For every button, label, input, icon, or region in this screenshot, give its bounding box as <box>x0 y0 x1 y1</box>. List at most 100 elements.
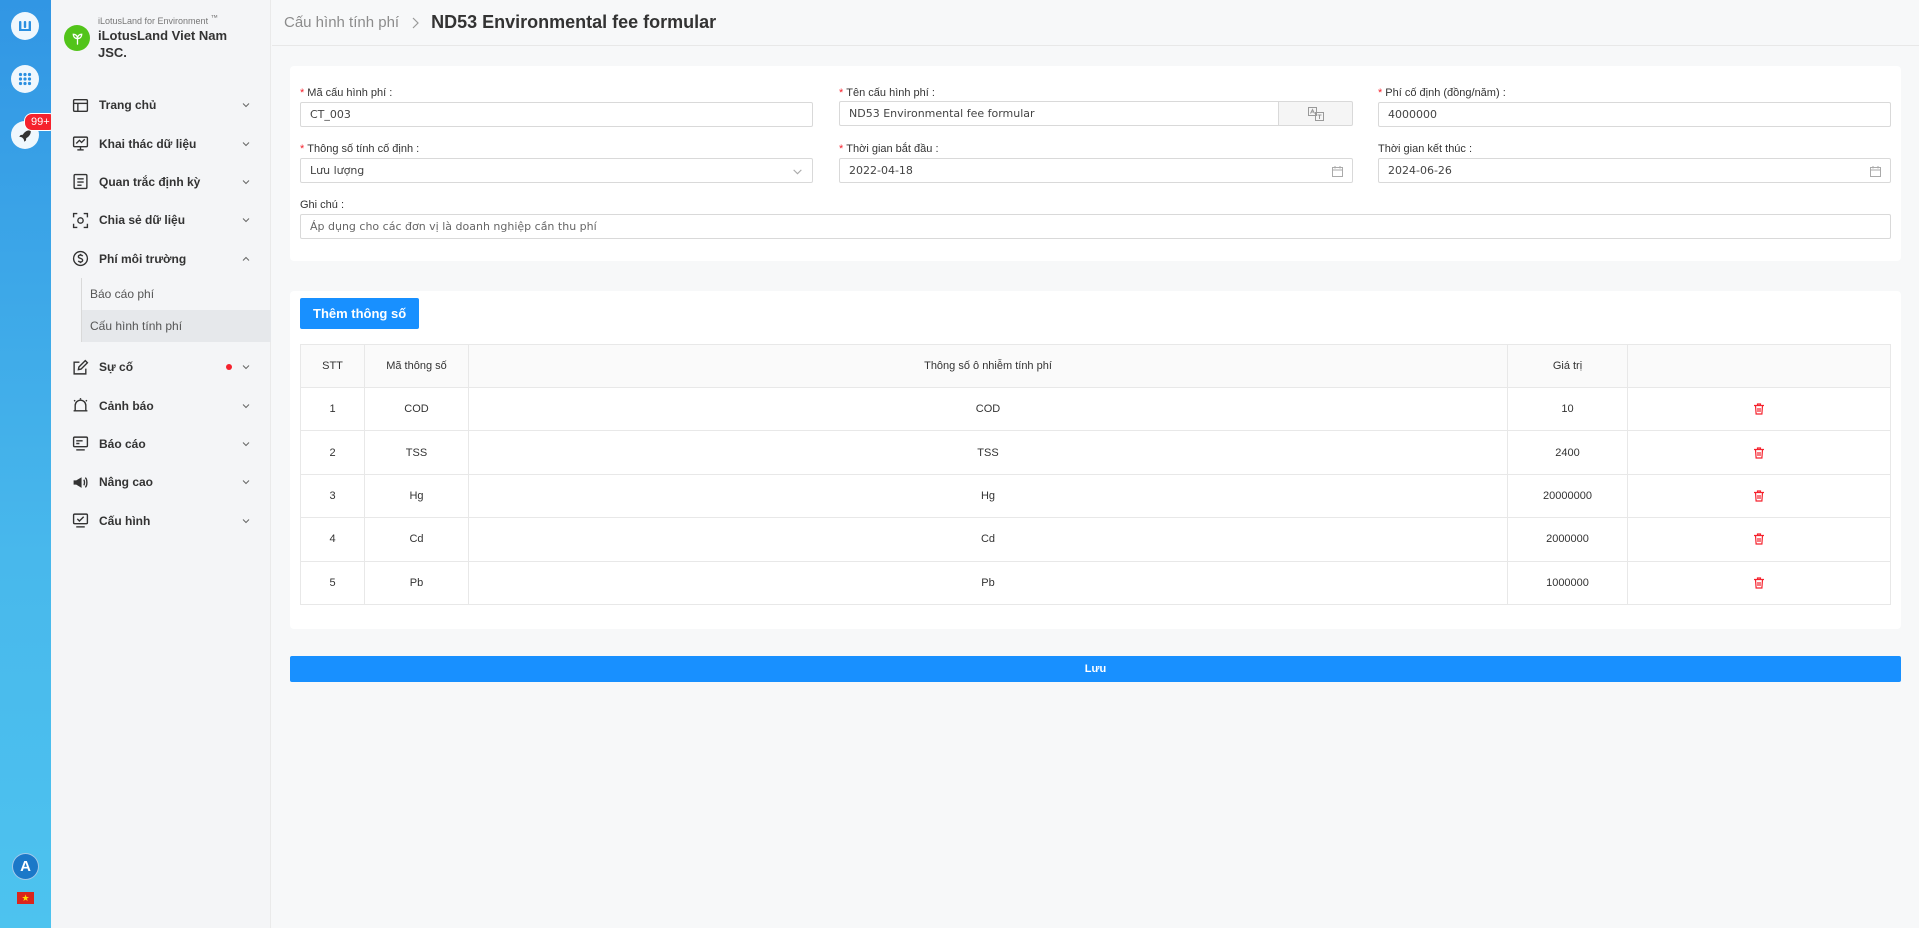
page-title: ND53 Environmental fee formular <box>431 12 717 32</box>
chevron-down-icon <box>242 218 250 223</box>
chevron-down-icon <box>242 480 250 485</box>
note-field: Ghi chú : <box>300 197 344 213</box>
cell-code: COD <box>364 386 469 432</box>
name-label: * Tên cấu hình phí : <box>839 87 935 99</box>
col-header-param: Thông số ô nhiễm tính phí <box>468 344 1508 388</box>
start-date-value: 2022-04-18 <box>849 164 913 177</box>
share-data-icon <box>71 211 89 229</box>
apps-grid-icon[interactable] <box>11 65 39 93</box>
sidebar-item-data-sharing[interactable]: Chia sẻ dữ liệu <box>51 201 271 239</box>
start-date-input[interactable]: 2022-04-18 <box>839 158 1353 183</box>
fixed-param-field: * Thông số tính cố định : <box>300 141 419 157</box>
chevron-down-icon <box>242 180 250 185</box>
sidebar-item-label: Trang chủ <box>99 98 157 113</box>
table-row: 3 Hg Hg 20000000 <box>300 473 1891 519</box>
code-field: * Mã cấu hình phí : <box>300 85 392 101</box>
table-row: 4 Cd Cd 2000000 <box>300 517 1891 562</box>
sidebar-item-fee-config[interactable]: Cấu hình tính phí <box>82 309 271 342</box>
home-icon <box>71 96 89 114</box>
cell-code: Cd <box>364 517 469 562</box>
megaphone-icon <box>71 473 89 491</box>
save-button[interactable]: Lưu <box>290 656 1901 682</box>
avatar[interactable]: A <box>12 853 39 880</box>
table-row: 1 COD COD 10 <box>300 386 1891 432</box>
chevron-down-icon <box>242 103 250 108</box>
cell-code: TSS <box>364 430 469 475</box>
breadcrumb[interactable]: Cấu hình tính phí <box>284 14 399 31</box>
cell-stt: 4 <box>300 517 365 562</box>
delete-icon[interactable] <box>1753 490 1765 502</box>
sidebar-item-reports[interactable]: Báo cáo <box>51 425 271 463</box>
sidebar-item-label: Phí môi trường <box>99 251 187 266</box>
chevron-down-icon <box>242 518 250 523</box>
cell-stt: 5 <box>300 560 365 605</box>
col-header-stt: STT <box>300 344 365 388</box>
brand-subtitle: iLotusLand for Environment ™ <box>98 13 219 26</box>
sidebar-item-label: Chia sẻ dữ liệu <box>99 213 186 228</box>
sidebar-item-label: Sự cố <box>99 360 134 375</box>
cell-value: 10 <box>1507 386 1628 432</box>
cell-param: TSS <box>468 430 1508 475</box>
sidebar-item-environmental-fee[interactable]: Phí môi trường <box>51 240 271 278</box>
cell-param: COD <box>468 386 1508 432</box>
fixed-fee-input[interactable]: 4000000 <box>1378 102 1891 127</box>
chevron-up-icon <box>242 256 250 261</box>
chevron-down-icon <box>242 442 250 447</box>
code-input[interactable]: CT_003 <box>300 102 813 127</box>
report-monitor-icon <box>71 435 89 453</box>
sidebar-item-fee-report[interactable]: Báo cáo phí <box>82 278 271 310</box>
sidebar-item-label: Quan trắc định kỳ <box>99 174 201 189</box>
delete-icon[interactable] <box>1753 447 1765 459</box>
report-list-icon <box>71 173 89 191</box>
cell-actions <box>1627 473 1891 519</box>
cell-value: 20000000 <box>1507 473 1628 519</box>
delete-icon[interactable] <box>1753 577 1765 589</box>
sidebar-item-label: Báo cáo <box>99 436 146 451</box>
sidebar-item-home[interactable]: Trang chủ <box>51 86 271 124</box>
end-date-input[interactable]: 2024-06-26 <box>1378 158 1891 183</box>
table-header-row: STT Mã thông số Thông số ô nhiễm tính ph… <box>300 344 1891 388</box>
fixed-param-select[interactable]: Lưu lượng <box>300 158 813 183</box>
code-label: * Mã cấu hình phí : <box>300 87 393 99</box>
fixed-fee-field: * Phí cố định (đồng/năm) : <box>1378 85 1506 101</box>
cell-actions <box>1627 560 1891 605</box>
alarm-bell-icon <box>71 397 89 415</box>
delete-icon[interactable] <box>1753 403 1765 415</box>
calendar-icon <box>1332 165 1343 177</box>
sidebar-item-advanced[interactable]: Nâng cao <box>51 463 271 501</box>
start-date-field: * Thời gian bắt đầu : <box>839 141 939 157</box>
translate-button[interactable] <box>1278 101 1353 126</box>
name-field: * Tên cấu hình phí : <box>839 85 935 101</box>
sidebar-item-periodic-monitoring[interactable]: Quan trắc định kỳ <box>51 163 271 201</box>
brand: iLotusLand for Environment ™ iLotusLand … <box>63 12 263 68</box>
sidebar-item-data-mining[interactable]: Khai thác dữ liệu <box>51 124 271 162</box>
app-rail: 99+ A ★ <box>0 0 57 928</box>
note-input[interactable]: Áp dụng cho các đơn vị là doanh nghiệp c… <box>300 214 1891 239</box>
side-menu: Trang chủ Khai thác dữ liệu Quan trắc đị… <box>51 86 271 540</box>
translate-icon <box>1307 106 1324 121</box>
cell-actions <box>1627 430 1891 475</box>
table-row: 2 TSS TSS 2400 <box>300 430 1891 475</box>
app-logo-icon[interactable] <box>11 12 39 40</box>
environmental-fee-submenu: Báo cáo phí Cấu hình tính phí <box>81 277 271 342</box>
cell-value: 2000000 <box>1507 517 1628 562</box>
dollar-circle-icon <box>71 250 89 268</box>
delete-icon[interactable] <box>1753 533 1765 546</box>
add-param-button[interactable]: Thêm thông số <box>300 298 420 329</box>
cell-value: 1000000 <box>1507 560 1628 605</box>
sidebar-item-label: Nâng cao <box>99 475 154 490</box>
note-label: Ghi chú : <box>300 199 345 211</box>
name-input[interactable]: ND53 Environmental fee formular <box>839 101 1280 126</box>
sidebar-item-settings[interactable]: Cấu hình <box>51 502 271 540</box>
sidebar-item-incidents[interactable]: Sự cố <box>51 348 271 386</box>
sidebar-item-label: Khai thác dữ liệu <box>99 136 197 151</box>
language-flag-icon[interactable]: ★ <box>17 892 34 904</box>
chevron-down-icon <box>242 365 250 370</box>
cell-param: Cd <box>468 517 1508 562</box>
edit-icon <box>71 358 89 376</box>
cell-param: Pb <box>468 560 1508 605</box>
cell-code: Hg <box>364 473 469 519</box>
cell-code: Pb <box>364 560 469 605</box>
sidebar-item-alerts[interactable]: Cảnh báo <box>51 386 271 424</box>
params-table: STT Mã thông số Thông số ô nhiễm tính ph… <box>300 344 1891 605</box>
